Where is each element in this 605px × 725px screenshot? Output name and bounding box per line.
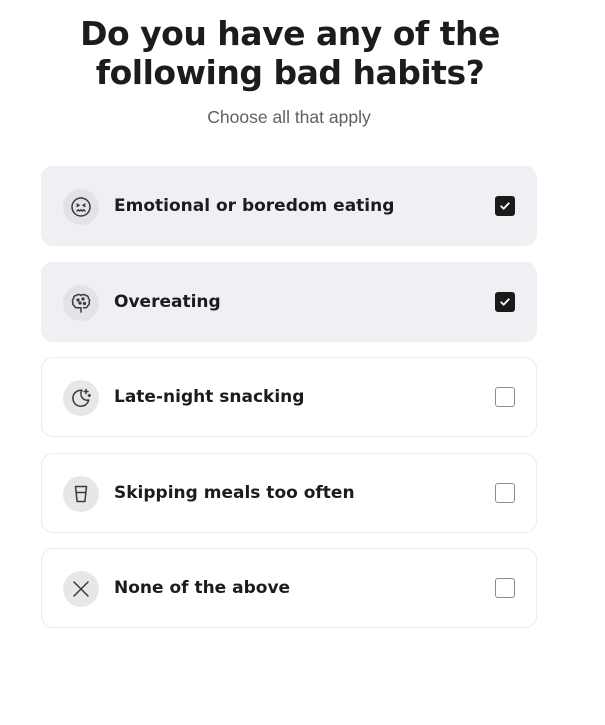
option-label: Skipping meals too often [114,482,355,503]
option-checkbox[interactable] [495,387,515,407]
sad-face-icon [63,189,99,225]
option-label: Late-night snacking [114,387,305,407]
option-late-night-snacking[interactable]: Late-night snacking [41,357,537,437]
page-subtitle: Choose all that apply [207,107,371,127]
option-label: None of the above [114,578,291,598]
close-icon [63,571,99,607]
option-label: Emotional or boredom eating [114,196,395,216]
title-line-1: Do you have any of the [80,14,500,53]
title-line-2: following bad habits? [95,53,485,92]
option-checkbox[interactable] [495,578,515,598]
brain-icon [63,284,99,321]
options-list: Emotional or boredom eating Overeating L… [41,166,537,644]
option-none-of-the-above[interactable]: None of the above [41,548,537,628]
option-overeating[interactable]: Overeating [41,261,537,342]
habits-question-page: Do you have any of the following bad hab… [0,0,605,725]
option-checkbox[interactable] [495,291,515,312]
moon-icon [63,380,99,416]
option-label: Overeating [114,291,221,312]
option-skipping-meals[interactable]: Skipping meals too often [41,452,537,533]
checkmark-icon [500,202,510,210]
option-checkbox[interactable] [495,196,515,216]
option-emotional-eating[interactable]: Emotional or boredom eating [41,166,537,246]
option-checkbox[interactable] [495,482,515,503]
cup-icon [63,475,99,512]
checkmark-icon [500,297,510,306]
page-title: Do you have any of the following bad hab… [0,14,580,92]
